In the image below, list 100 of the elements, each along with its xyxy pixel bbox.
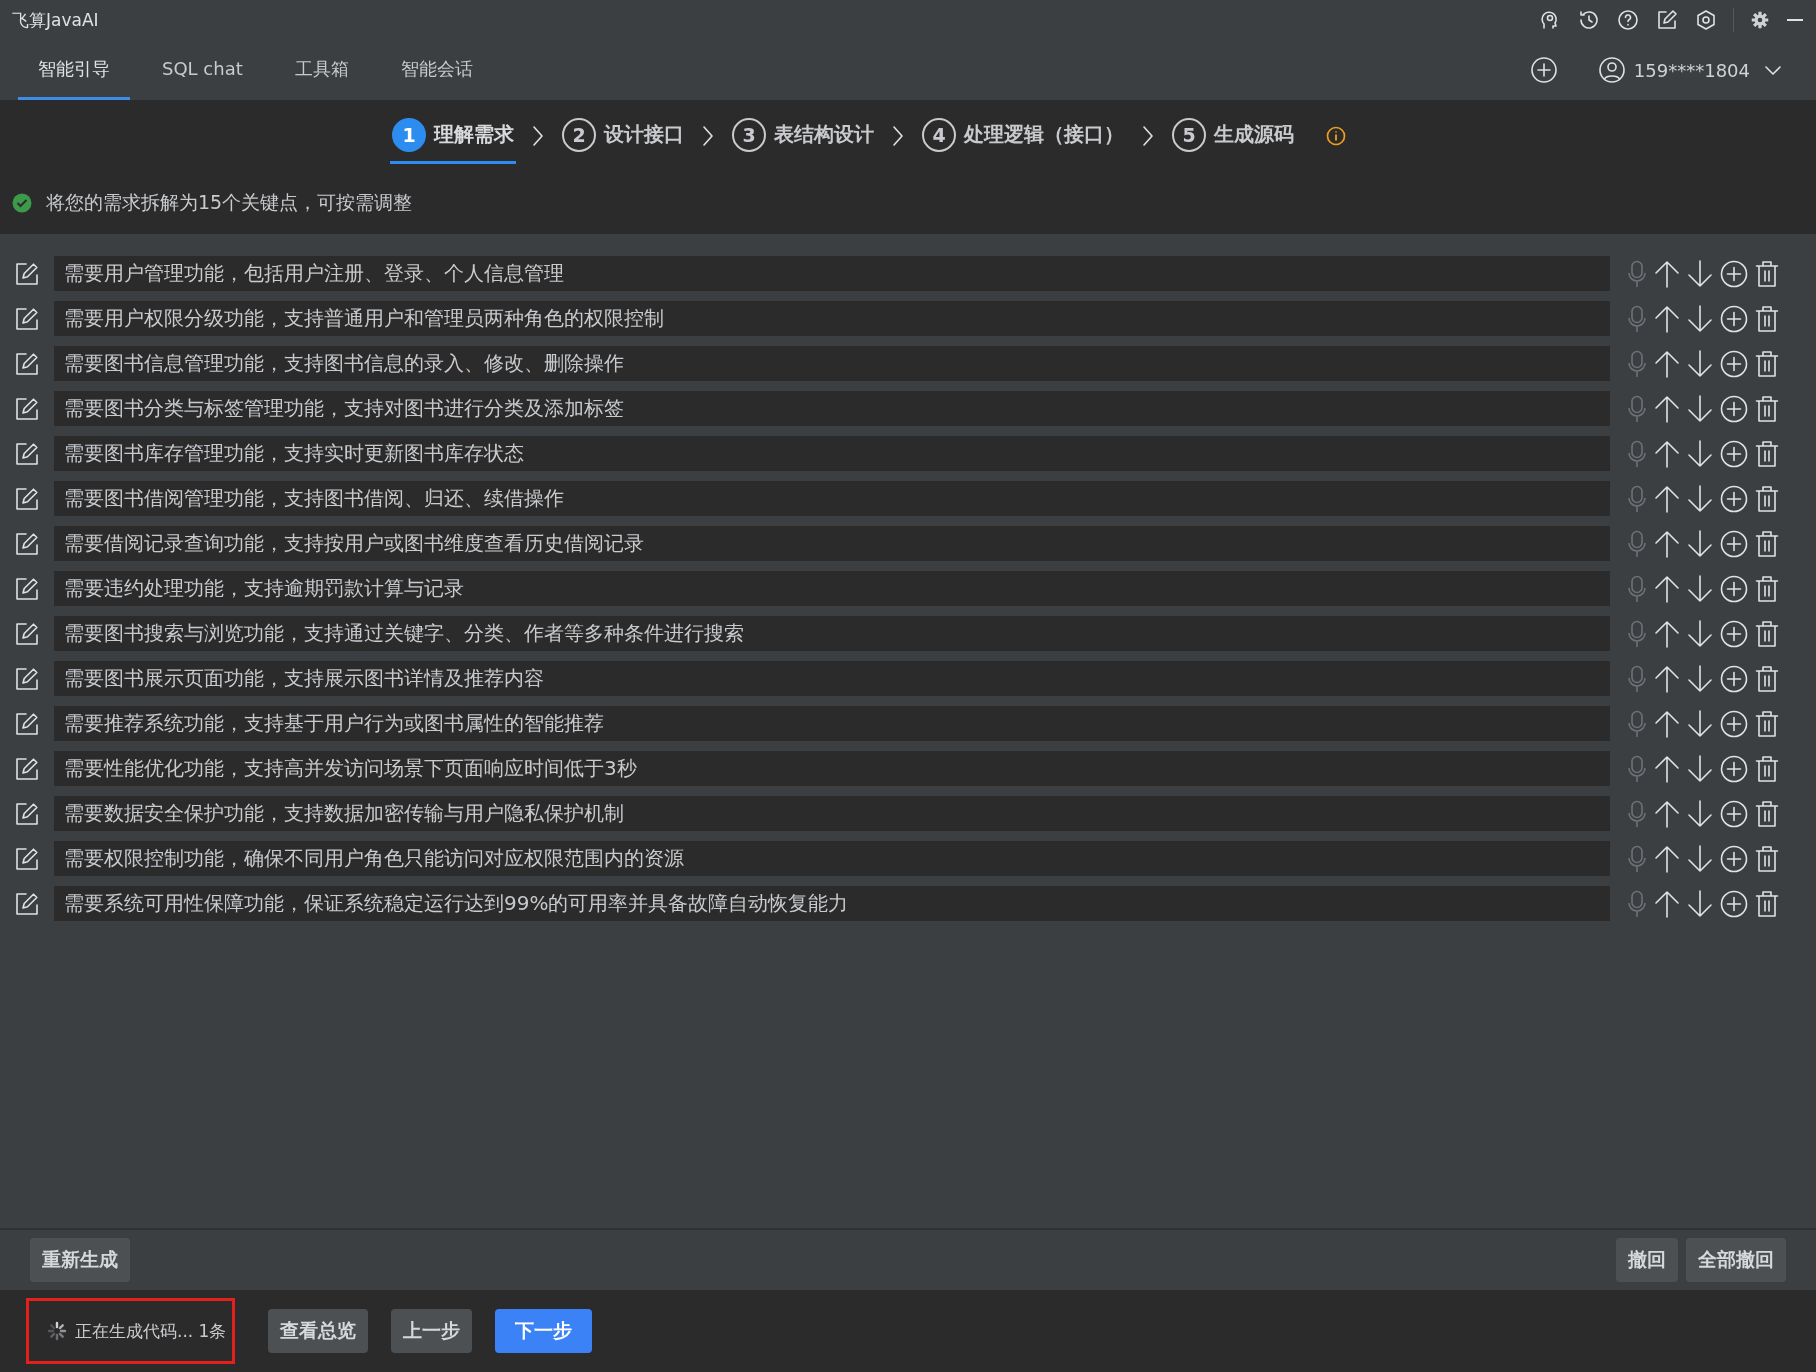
nav-tab[interactable]: 工具箱 [274, 40, 369, 100]
key-point-field[interactable]: 需要用户权限分级功能，支持普通用户和管理员两种角色的权限控制 [54, 301, 1610, 336]
add-icon[interactable] [1529, 56, 1558, 84]
arrow-up-icon[interactable] [1654, 394, 1681, 423]
edit-icon[interactable] [14, 800, 40, 827]
arrow-down-icon[interactable] [1687, 754, 1713, 783]
step-tab[interactable]: 1 理解需求 [390, 108, 516, 164]
settings-icon[interactable] [1749, 9, 1771, 31]
key-point-field[interactable]: 需要用户管理功能，包括用户注册、登录、个人信息管理 [54, 256, 1610, 291]
arrow-up-icon[interactable] [1654, 664, 1681, 693]
add-icon[interactable] [1719, 574, 1748, 603]
key-point-field[interactable]: 需要推荐系统功能，支持基于用户行为或图书属性的智能推荐 [54, 706, 1610, 741]
edit-icon[interactable] [14, 395, 40, 422]
arrow-down-icon[interactable] [1687, 439, 1713, 468]
edit-icon[interactable] [14, 665, 40, 692]
trash-icon[interactable] [1754, 664, 1779, 693]
arrow-up-icon[interactable] [1654, 754, 1681, 783]
arrow-up-icon[interactable] [1654, 484, 1681, 513]
arrow-up-icon[interactable] [1654, 304, 1681, 333]
trash-icon[interactable] [1754, 394, 1779, 423]
key-point-field[interactable]: 需要违约处理功能，支持逾期罚款计算与记录 [54, 571, 1610, 606]
chevron-down-icon[interactable] [1764, 64, 1782, 76]
trash-icon[interactable] [1754, 799, 1779, 828]
action-button[interactable]: 全部撤回 [1686, 1238, 1786, 1282]
edit-icon[interactable] [14, 620, 40, 647]
edit-icon[interactable] [14, 485, 40, 512]
arrow-down-icon[interactable] [1687, 394, 1713, 423]
trash-icon[interactable] [1754, 574, 1779, 603]
arrow-up-icon[interactable] [1654, 439, 1681, 468]
arrow-up-icon[interactable] [1654, 619, 1681, 648]
add-icon[interactable] [1719, 349, 1748, 378]
action-button[interactable]: 撤回 [1616, 1238, 1678, 1282]
step-tab[interactable]: 4 处理逻辑（接口） [920, 108, 1126, 164]
arrow-up-icon[interactable] [1654, 574, 1681, 603]
step-tab[interactable]: 2 设计接口 [560, 108, 686, 164]
arrow-down-icon[interactable] [1687, 484, 1713, 513]
edit-icon[interactable] [14, 350, 40, 377]
add-icon[interactable] [1719, 709, 1748, 738]
trash-icon[interactable] [1754, 889, 1779, 918]
arrow-up-icon[interactable] [1654, 709, 1681, 738]
key-point-field[interactable]: 需要图书展示页面功能，支持展示图书详情及推荐内容 [54, 661, 1610, 696]
arrow-down-icon[interactable] [1687, 889, 1713, 918]
add-icon[interactable] [1719, 529, 1748, 558]
key-point-field[interactable]: 需要借阅记录查询功能，支持按用户或图书维度查看历史借阅记录 [54, 526, 1610, 561]
key-point-field[interactable]: 需要权限控制功能，确保不同用户角色只能访问对应权限范围内的资源 [54, 841, 1610, 876]
key-point-field[interactable]: 需要图书搜索与浏览功能，支持通过关键字、分类、作者等多种条件进行搜索 [54, 616, 1610, 651]
trash-icon[interactable] [1754, 529, 1779, 558]
edit-icon[interactable] [14, 710, 40, 737]
arrow-down-icon[interactable] [1687, 574, 1713, 603]
key-point-field[interactable]: 需要图书信息管理功能，支持图书信息的录入、修改、删除操作 [54, 346, 1610, 381]
key-point-field[interactable]: 需要图书库存管理功能，支持实时更新图书库存状态 [54, 436, 1610, 471]
arrow-down-icon[interactable] [1687, 619, 1713, 648]
add-icon[interactable] [1719, 664, 1748, 693]
add-icon[interactable] [1719, 754, 1748, 783]
key-point-field[interactable]: 需要图书分类与标签管理功能，支持对图书进行分类及添加标签 [54, 391, 1610, 426]
add-icon[interactable] [1719, 619, 1748, 648]
arrow-down-icon[interactable] [1687, 529, 1713, 558]
arrow-down-icon[interactable] [1687, 664, 1713, 693]
add-icon[interactable] [1719, 889, 1748, 918]
edit-icon[interactable] [1655, 8, 1679, 32]
footer-button[interactable]: 查看总览 [268, 1309, 369, 1353]
trash-icon[interactable] [1754, 349, 1779, 378]
footer-button[interactable]: 上一步 [391, 1309, 473, 1353]
action-button[interactable]: 重新生成 [30, 1238, 130, 1282]
add-icon[interactable] [1719, 439, 1748, 468]
edit-icon[interactable] [14, 440, 40, 467]
arrow-up-icon[interactable] [1654, 844, 1681, 873]
next-button[interactable]: 下一步 [495, 1309, 593, 1353]
step-tab[interactable]: 3 表结构设计 [730, 108, 876, 164]
arrow-down-icon[interactable] [1687, 799, 1713, 828]
arrow-up-icon[interactable] [1654, 889, 1681, 918]
add-icon[interactable] [1719, 484, 1748, 513]
edit-icon[interactable] [14, 575, 40, 602]
step-tab[interactable]: 5 生成源码 [1170, 108, 1296, 164]
trash-icon[interactable] [1754, 439, 1779, 468]
hexagon-icon[interactable] [1694, 8, 1718, 32]
add-icon[interactable] [1719, 259, 1748, 288]
trash-icon[interactable] [1754, 484, 1779, 513]
nav-tab[interactable]: SQL chat [142, 40, 263, 100]
account-name[interactable]: 159****1804 [1633, 59, 1750, 81]
edit-icon[interactable] [14, 305, 40, 332]
history-icon[interactable] [1577, 8, 1601, 32]
arrow-down-icon[interactable] [1687, 259, 1713, 288]
trash-icon[interactable] [1754, 304, 1779, 333]
nav-tab[interactable]: 智能会话 [380, 40, 493, 100]
info-icon[interactable] [1326, 126, 1346, 146]
edit-icon[interactable] [14, 890, 40, 917]
edit-icon[interactable] [14, 755, 40, 782]
arrow-down-icon[interactable] [1687, 304, 1713, 333]
edit-icon[interactable] [14, 530, 40, 557]
arrow-up-icon[interactable] [1654, 349, 1681, 378]
arrow-up-icon[interactable] [1654, 529, 1681, 558]
arrow-down-icon[interactable] [1687, 709, 1713, 738]
add-icon[interactable] [1719, 394, 1748, 423]
edit-icon[interactable] [14, 845, 40, 872]
key-point-field[interactable]: 需要图书借阅管理功能，支持图书借阅、归还、续借操作 [54, 481, 1610, 516]
trash-icon[interactable] [1754, 754, 1779, 783]
add-icon[interactable] [1719, 304, 1748, 333]
arrow-up-icon[interactable] [1654, 259, 1681, 288]
add-icon[interactable] [1719, 799, 1748, 828]
